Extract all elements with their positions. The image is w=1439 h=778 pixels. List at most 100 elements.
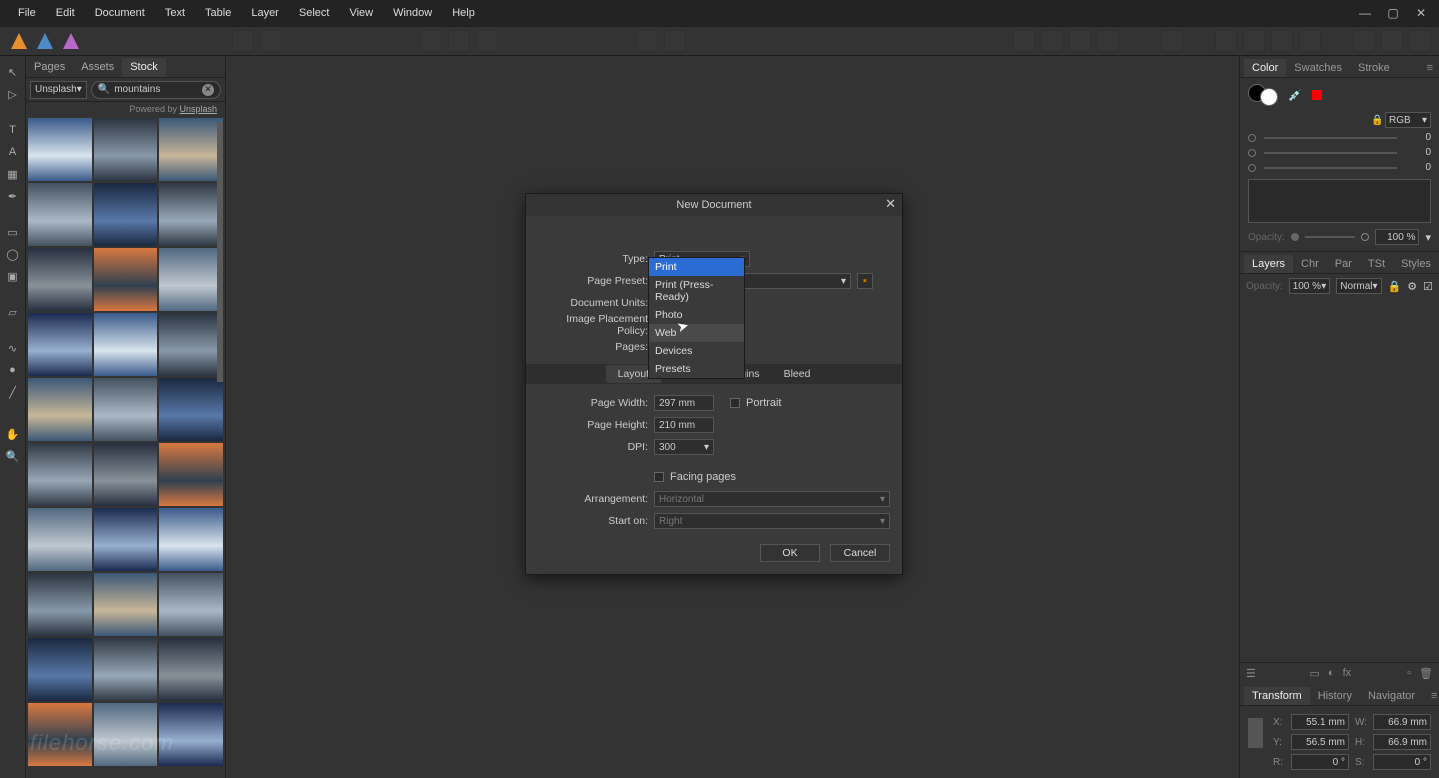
scrollbar[interactable] — [215, 116, 225, 778]
menu-layer[interactable]: Layer — [241, 3, 289, 23]
tab-swatches[interactable]: Swatches — [1286, 59, 1350, 77]
transform-y[interactable]: 56.5 mm — [1291, 734, 1349, 750]
stock-thumbnail[interactable] — [159, 443, 223, 506]
add-layer-icon[interactable]: ▫ — [1407, 667, 1411, 680]
stock-source-select[interactable]: Unsplash▾ — [30, 81, 87, 99]
text-frame-tool[interactable]: T — [5, 122, 21, 138]
ok-button[interactable]: OK — [760, 544, 820, 562]
stock-thumbnail[interactable] — [159, 248, 223, 311]
stock-thumbnail[interactable] — [159, 378, 223, 441]
tab-color[interactable]: Color — [1244, 59, 1286, 77]
slider-handle[interactable] — [1248, 134, 1256, 142]
toolbar-button[interactable] — [1041, 30, 1063, 52]
toolbar-button[interactable] — [232, 30, 254, 52]
facing-pages-checkbox[interactable] — [654, 472, 664, 482]
move-tool[interactable]: ↖ — [5, 64, 21, 80]
stock-thumbnail[interactable] — [94, 508, 158, 571]
panel-tab-stock[interactable]: Stock — [122, 58, 166, 77]
color-swatch-pair[interactable] — [1248, 84, 1278, 106]
transform-r[interactable]: 0 ° — [1291, 754, 1349, 770]
type-dropdown-list[interactable]: PrintPrint (Press-Ready)PhotoWebDevicesP… — [648, 257, 745, 379]
stock-thumbnail[interactable] — [28, 443, 92, 506]
stock-search-input[interactable]: 🔍 mountains ✕ — [91, 81, 221, 99]
delete-layer-icon[interactable]: 🗑 — [1419, 667, 1433, 680]
blend-mode-select[interactable]: Normal▾ — [1336, 278, 1381, 294]
gear-icon[interactable]: ⚙ — [1407, 280, 1417, 293]
tab-stroke[interactable]: Stroke — [1350, 59, 1398, 77]
tab-layers[interactable]: Layers — [1244, 255, 1293, 273]
vector-crop-tool[interactable]: ∿ — [5, 340, 21, 356]
toolbar-button[interactable] — [636, 30, 658, 52]
panel-tab-assets[interactable]: Assets — [73, 58, 122, 77]
slider-handle[interactable] — [1291, 233, 1299, 241]
stock-thumbnail[interactable] — [159, 638, 223, 701]
tab-tst[interactable]: TSt — [1360, 255, 1393, 273]
mask-icon[interactable]: ▭ — [1310, 667, 1320, 680]
menu-help[interactable]: Help — [442, 3, 485, 23]
transform-x[interactable]: 55.1 mm — [1291, 714, 1349, 730]
toolbar-button[interactable] — [1161, 30, 1183, 52]
layers-list[interactable] — [1240, 298, 1439, 662]
dropdown-option[interactable]: Print (Press-Ready) — [649, 276, 744, 306]
cancel-button[interactable]: Cancel — [830, 544, 890, 562]
stock-thumbnail[interactable] — [28, 248, 92, 311]
menu-table[interactable]: Table — [195, 3, 241, 23]
shape-tool[interactable]: ▱ — [5, 304, 21, 320]
toolbar-button[interactable] — [1353, 30, 1375, 52]
stock-thumbnail[interactable] — [94, 183, 158, 246]
toolbar-button[interactable] — [1271, 30, 1293, 52]
transform-h[interactable]: 66.9 mm — [1373, 734, 1431, 750]
table-tool[interactable]: ▦ — [5, 166, 21, 182]
toolbar-button[interactable] — [1013, 30, 1035, 52]
toolbar-button[interactable] — [260, 30, 282, 52]
toolbar-button[interactable] — [1097, 30, 1119, 52]
stock-thumbnail[interactable] — [28, 183, 92, 246]
adjustment-icon[interactable]: ◐ — [1328, 667, 1335, 680]
stock-thumbnail[interactable] — [28, 313, 92, 376]
dpi-select[interactable]: 300▾ — [654, 439, 714, 455]
toolbar-button[interactable] — [664, 30, 686, 52]
opacity-value[interactable]: 100 % — [1375, 229, 1419, 245]
tab-navigator[interactable]: Navigator — [1360, 687, 1423, 705]
dialog-tab-bleed[interactable]: Bleed — [772, 365, 823, 383]
stock-thumbnail[interactable] — [94, 378, 158, 441]
toolbar-button[interactable] — [1069, 30, 1091, 52]
dropdown-option[interactable]: Web — [649, 324, 744, 342]
transparency-tool[interactable]: ╱ — [5, 384, 21, 400]
preset-color-button[interactable]: ▪ — [857, 273, 873, 289]
fx-icon[interactable]: fx — [1343, 667, 1352, 680]
clear-icon[interactable]: ✕ — [202, 84, 214, 96]
stock-grid[interactable] — [26, 116, 225, 768]
app-icon-publisher[interactable] — [8, 30, 30, 52]
page-width-input[interactable]: 297 mm — [654, 395, 714, 411]
dropdown-option[interactable]: Presets — [649, 360, 744, 378]
page-height-input[interactable]: 210 mm — [654, 417, 714, 433]
dropdown-option[interactable]: Photo — [649, 306, 744, 324]
toolbar-button[interactable] — [476, 30, 498, 52]
close-button[interactable]: ✕ — [1411, 6, 1431, 20]
dropdown-option[interactable]: Devices — [649, 342, 744, 360]
stock-thumbnail[interactable] — [94, 573, 158, 636]
stock-thumbnail[interactable] — [28, 638, 92, 701]
menu-edit[interactable]: Edit — [46, 3, 85, 23]
anchor-widget[interactable] — [1248, 718, 1263, 748]
minimize-button[interactable]: — — [1355, 6, 1375, 20]
stock-thumbnail[interactable] — [159, 313, 223, 376]
dropdown-option[interactable]: Print — [649, 258, 744, 276]
toolbar-button[interactable] — [1215, 30, 1237, 52]
panel-menu-icon[interactable]: ≡ — [1423, 687, 1439, 705]
toolbar-button[interactable] — [1299, 30, 1321, 52]
toolbar-button[interactable] — [420, 30, 442, 52]
ellipse-tool[interactable]: ◯ — [5, 246, 21, 262]
stock-thumbnail[interactable] — [94, 313, 158, 376]
picture-frame-tool[interactable]: ▣ — [5, 268, 21, 284]
stock-thumbnail[interactable] — [94, 248, 158, 311]
menu-file[interactable]: File — [8, 3, 46, 23]
lock-icon[interactable]: 🔒 — [1388, 280, 1402, 293]
menu-select[interactable]: Select — [289, 3, 340, 23]
stock-thumbnail[interactable] — [28, 378, 92, 441]
tab-styles[interactable]: Styles — [1393, 255, 1439, 273]
transform-s[interactable]: 0 ° — [1373, 754, 1431, 770]
zoom-tool[interactable]: 🔍 — [5, 448, 21, 464]
stock-thumbnail[interactable] — [94, 118, 158, 181]
